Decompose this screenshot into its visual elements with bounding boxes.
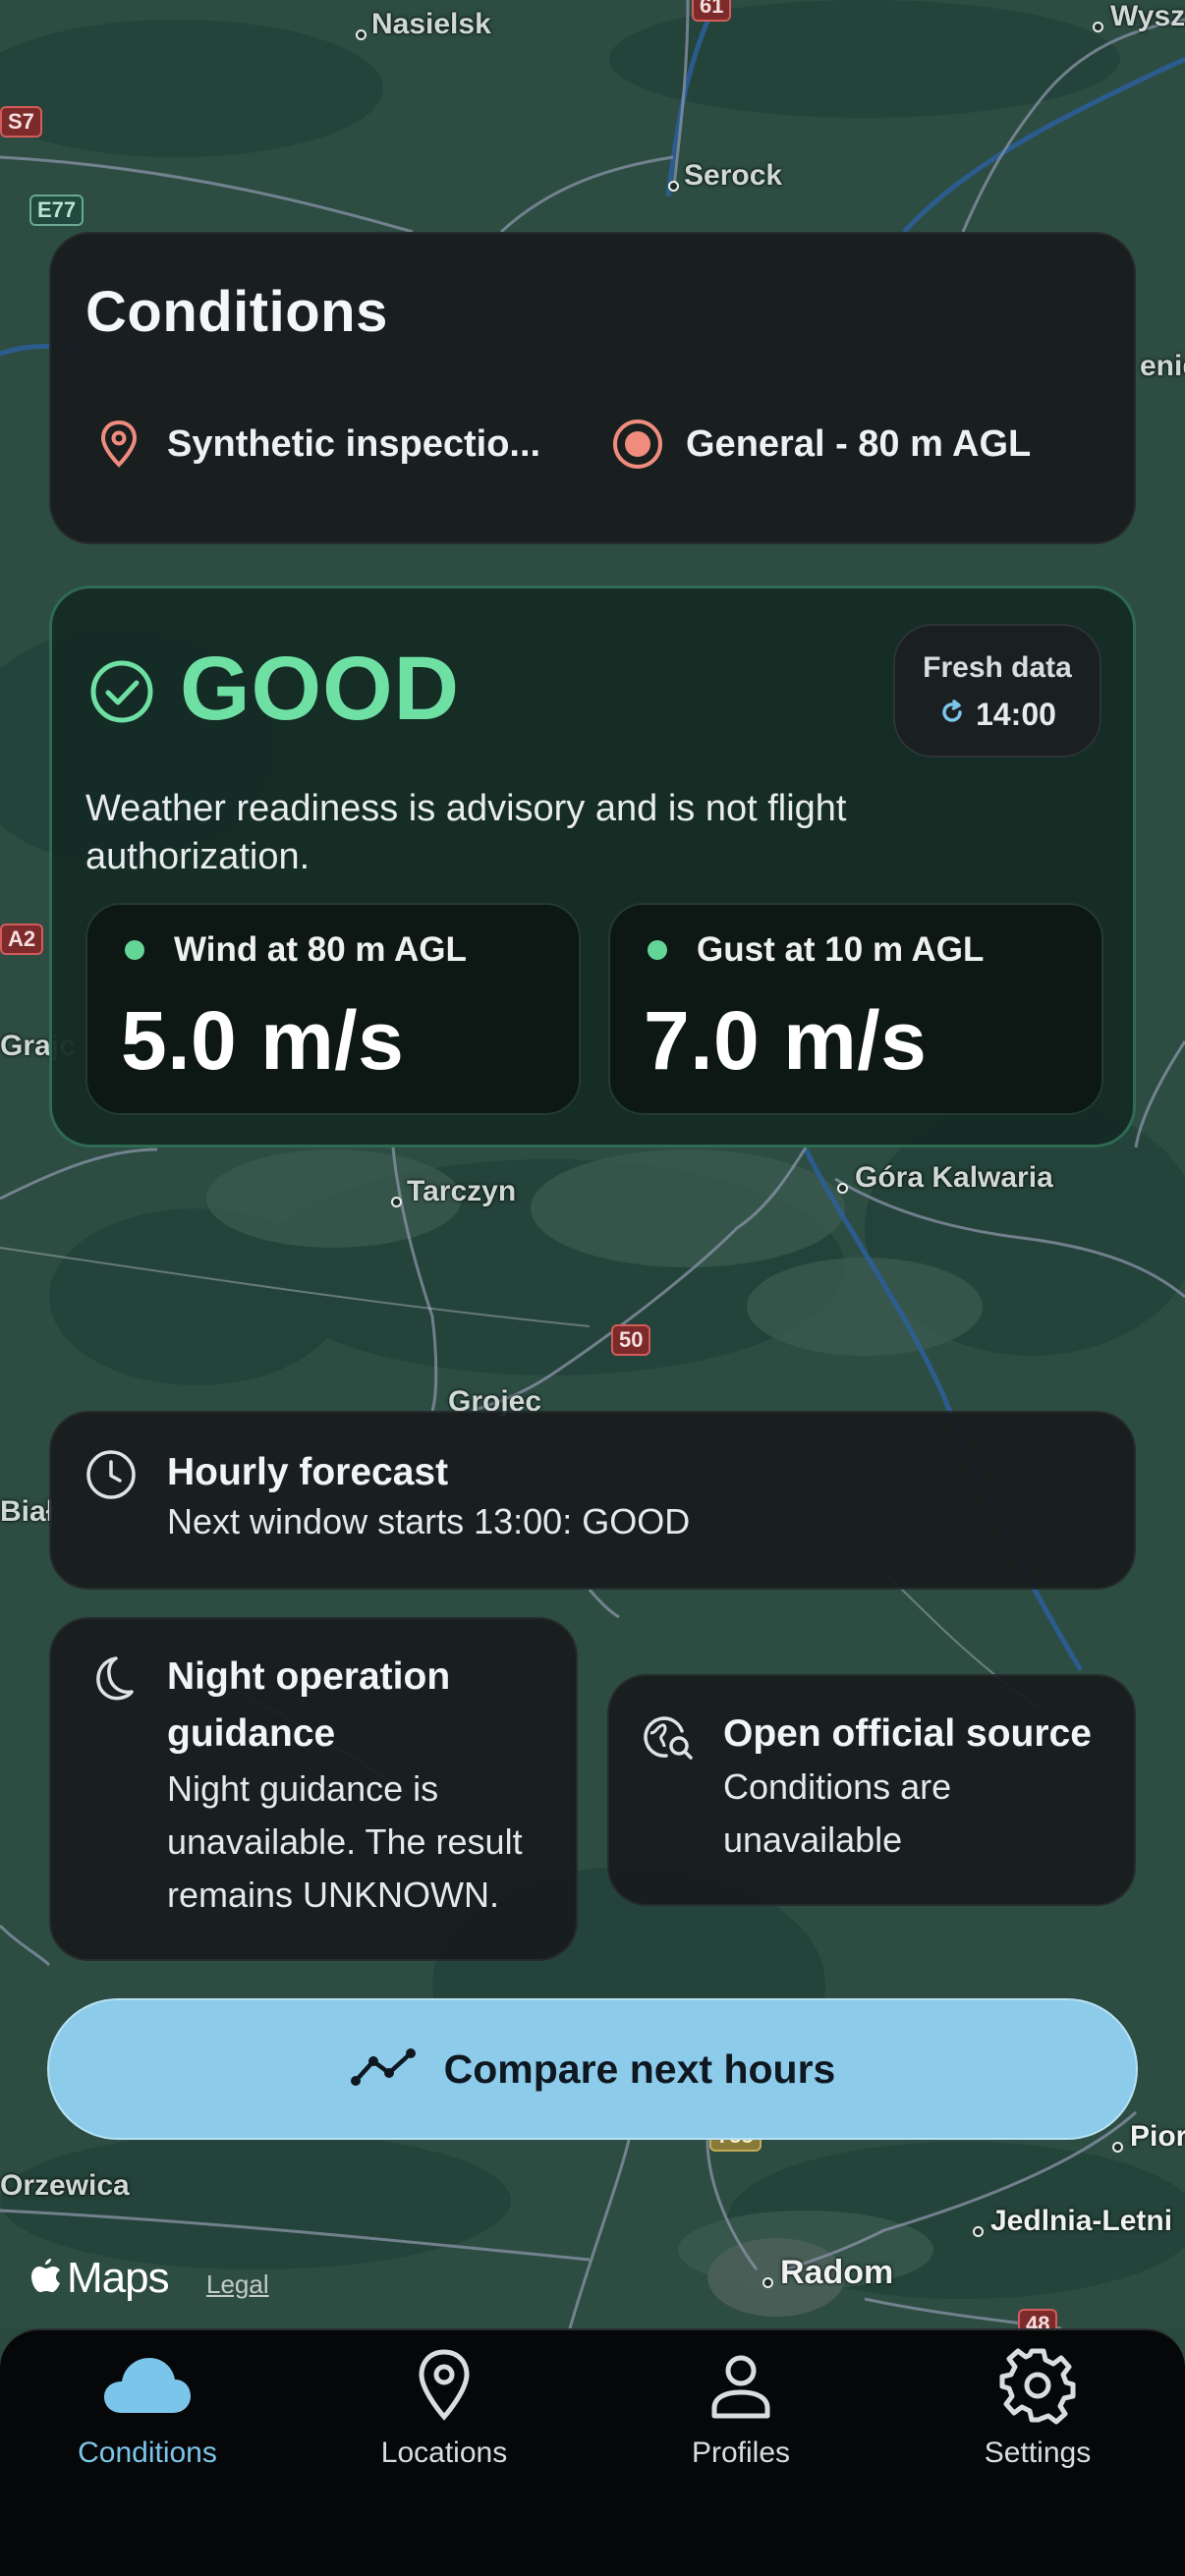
fresh-data-label: Fresh data [923,651,1072,684]
tab-label: Locations [380,2436,508,2469]
gear-icon [988,2344,1087,2427]
person-icon [692,2344,790,2427]
gust-metric-tile: Gust at 10 m AGL 7.0 m/s [608,903,1103,1115]
map-place-label: Nasielsk [371,8,491,40]
map-place-label: Radom [780,2254,894,2291]
advisory-text: Weather readiness is advisory and is not… [85,788,847,877]
status-word: GOOD [180,639,461,739]
refresh-icon [938,699,966,731]
tab-label: Settings [984,2436,1092,2469]
profile-selector[interactable]: General - 80 m AGL [611,415,1031,474]
map-place-label: Orzewica [0,2169,130,2202]
fresh-data-time: 14:00 [976,697,1056,732]
night-guidance-tile[interactable]: Night operation guidance Night guidance … [49,1617,578,1961]
official-source-summary: Conditions are unavailable [723,1766,952,1860]
tab-settings[interactable]: Settings [890,2330,1185,2488]
target-icon [611,418,664,471]
map-place-label: Tarczyn [407,1175,517,1207]
official-source-tile[interactable]: Open official source Conditions are unav… [607,1674,1136,1906]
map-place-label: Góra Kalwaria [855,1161,1053,1194]
map-place-label: Pior [1130,2120,1185,2153]
night-guidance-summary: Night guidance is unavailable. The resul… [167,1768,523,1915]
hourly-forecast-tile[interactable]: Hourly forecast Next window starts 13:00… [49,1411,1136,1590]
compare-next-hours-button[interactable]: Compare next hours [47,1998,1138,2140]
map-city-dot [1093,22,1103,32]
tab-label: Conditions [78,2436,217,2469]
road-shield: E77 [29,195,85,226]
map-city-dot [762,2277,773,2288]
conditions-header-card: Conditions Synthetic inspectio... Genera… [49,232,1136,544]
apple-logo-icon [29,2257,63,2301]
road-shield: A2 [0,924,44,955]
map-place-label: eniq [1140,350,1185,382]
metric-value: 5.0 m/s [121,994,405,1087]
compare-button-label: Compare next hours [443,2045,836,2092]
map-city-dot [1112,2142,1123,2153]
metric-label: Gust at 10 m AGL [697,930,985,969]
maps-attribution: Maps [29,2254,170,2303]
tab-label: Profiles [691,2436,791,2469]
map-place-label: Biał [0,1495,55,1528]
metric-value: 7.0 m/s [644,994,928,1087]
page-title: Conditions [85,280,388,344]
road-shield: 61 [692,0,732,22]
fresh-data-badge[interactable]: Fresh data 14:00 [893,624,1101,757]
metric-label: Wind at 80 m AGL [174,930,467,969]
night-guidance-title: Night operation guidance [167,1655,451,1755]
map-city-dot [356,29,367,40]
road-shield: S7 [0,106,42,138]
globe-search-icon [643,1711,696,1764]
map-place-label: Wysz [1110,0,1185,32]
tab-bar: Conditions Locations Profiles Settings [0,2328,1185,2576]
map-pin-icon [92,418,145,471]
map-place-label: Jedlnia-Letni [990,2205,1173,2237]
location-selector[interactable]: Synthetic inspectio... [92,415,540,474]
map-city-dot [837,1183,848,1194]
tab-conditions[interactable]: Conditions [0,2330,295,2488]
clock-icon [85,1448,138,1501]
profile-name: General - 80 m AGL [686,422,1032,465]
map-place-label: Serock [684,159,783,192]
check-circle-icon [87,657,156,726]
hourly-forecast-title: Hourly forecast [167,1451,449,1493]
wind-metric-tile: Wind at 80 m AGL 5.0 m/s [85,903,581,1115]
official-source-title: Open official source [723,1712,1092,1755]
map-pin-icon [395,2344,493,2427]
road-shield: 50 [611,1324,651,1356]
legal-link[interactable]: Legal [206,2269,269,2300]
readiness-status-card: GOOD Fresh data 14:00 Weather readiness … [49,586,1136,1148]
tab-profiles[interactable]: Profiles [593,2330,888,2488]
maps-brand-text: Maps [67,2254,170,2302]
hourly-forecast-summary: Next window starts 13:00: GOOD [167,1501,691,1541]
map-city-dot [391,1197,402,1207]
location-name: Synthetic inspectio... [167,422,541,465]
cloud-icon [98,2344,197,2427]
map-city-dot [668,181,679,192]
tab-locations[interactable]: Locations [297,2330,592,2488]
status-dot [648,940,667,960]
status-dot [125,940,144,960]
trend-chart-icon [350,2045,419,2094]
moon-icon [85,1652,138,1706]
map-city-dot [973,2226,984,2237]
